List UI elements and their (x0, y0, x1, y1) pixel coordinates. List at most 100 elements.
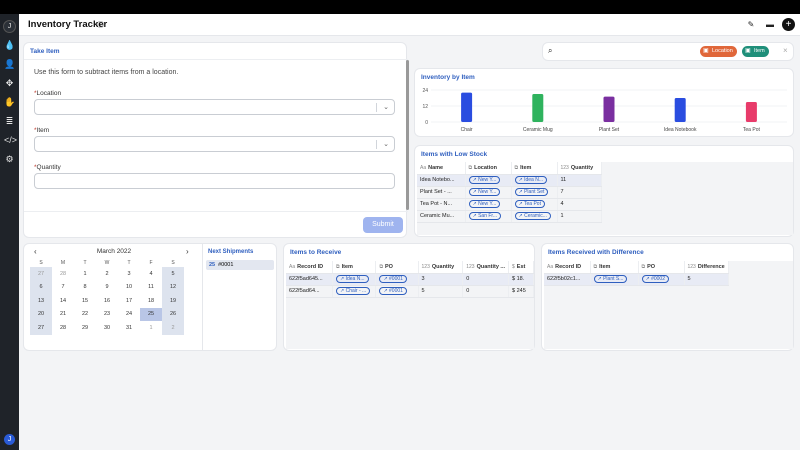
table-cell: ↗ Plant Set (511, 186, 558, 199)
gear-icon[interactable]: ⚙ (4, 154, 15, 165)
table-row[interactable]: 622f5ad645... ↗ Idea N... ↗ #0001 3 0 $ … (286, 273, 534, 286)
link-tag[interactable]: ↗ #0002 (641, 275, 669, 283)
item-select[interactable]: ⌄ (34, 136, 395, 152)
column-header[interactable]: ⧉ Item (332, 261, 377, 274)
calendar-day[interactable]: 8 (74, 281, 96, 295)
link-tag[interactable]: ↗ San Fr... (468, 212, 501, 220)
search-bar[interactable]: ⌕ ▣ Location ▣ Item × (542, 42, 794, 61)
column-header[interactable]: 123 Quantity (418, 261, 464, 274)
location-select[interactable]: ⌄ (34, 99, 395, 115)
add-button[interactable]: + (782, 18, 795, 31)
column-header[interactable]: Aa Record ID (286, 261, 334, 274)
form-scrollbar[interactable] (406, 60, 409, 210)
link-tag[interactable]: ↗ #0001 (379, 275, 407, 283)
workspace-logo[interactable]: J (3, 20, 16, 33)
calendar-day[interactable]: 14 (52, 294, 74, 308)
bar-tea-pot[interactable] (745, 102, 757, 122)
code-icon[interactable]: </> (4, 135, 17, 146)
column-header[interactable]: ⧉ Item (590, 261, 639, 274)
clear-icon[interactable]: × (783, 46, 788, 55)
calendar-day[interactable]: 24 (118, 308, 140, 322)
calendar-day[interactable]: 16 (96, 294, 118, 308)
column-header[interactable]: Aa Record ID (544, 261, 591, 274)
info-icon[interactable]: ⓘ (97, 20, 104, 30)
quantity-input[interactable] (34, 173, 395, 189)
table-row[interactable]: Plant Set - ... ↗ New Y... ↗ Plant Set 7 (417, 186, 602, 199)
column-header[interactable]: $ Est (508, 261, 534, 274)
database-icon[interactable]: ≣ (4, 116, 15, 127)
account-logo[interactable]: J (4, 434, 15, 445)
calendar-day[interactable]: 13 (30, 294, 52, 308)
link-tag[interactable]: ↗ Plant S... (593, 275, 628, 283)
calendar-day[interactable]: 1 (74, 267, 96, 281)
column-header[interactable]: ⧉ PO (375, 261, 419, 274)
column-header[interactable]: ⧉ Item (511, 162, 558, 175)
chip-location[interactable]: ▣ Location (700, 46, 737, 57)
calendar-day[interactable]: 27 (30, 321, 52, 335)
link-tag[interactable]: ↗ Ceramic... (514, 212, 551, 220)
link-tag[interactable]: ↗ #0001 (379, 287, 407, 295)
bar-idea-notebook[interactable] (674, 98, 686, 122)
calendar-day[interactable]: 23 (96, 308, 118, 322)
layout-icon[interactable]: ▬ (764, 19, 776, 31)
calendar-day[interactable]: 9 (96, 281, 118, 295)
hand-icon[interactable]: ✋ (4, 97, 15, 108)
calendar-day[interactable]: 21 (52, 308, 74, 322)
calendar-day[interactable]: 26 (162, 307, 184, 321)
column-header[interactable]: ⧉ PO (638, 261, 685, 274)
calendar-day[interactable]: 15 (74, 294, 96, 308)
bar-ceramic-mug[interactable] (532, 94, 544, 122)
table-row[interactable]: Idea Notebo... ↗ New Y... ↗ Idea N... 11 (417, 174, 602, 187)
chip-item[interactable]: ▣ Item (742, 46, 769, 57)
link-tag[interactable]: ↗ Idea N... (514, 176, 547, 184)
bar-chair[interactable] (461, 92, 473, 122)
link-tag[interactable]: ↗ Tea Pot (514, 200, 545, 208)
table-row[interactable]: Ceramic Mu... ↗ San Fr... ↗ Ceramic... 1 (417, 210, 602, 223)
calendar-day[interactable]: 28 (52, 267, 74, 281)
calendar-day[interactable]: 31 (118, 321, 140, 335)
calendar-day[interactable]: 30 (96, 321, 118, 335)
calendar-day[interactable]: 7 (52, 281, 74, 295)
submit-button[interactable]: Submit (363, 217, 403, 233)
link-tag[interactable]: ↗ Plant Set (514, 188, 549, 196)
calendar-day[interactable]: 22 (74, 308, 96, 322)
column-header[interactable]: 123 Quantity ... (462, 261, 510, 274)
calendar-day[interactable]: 2 (162, 321, 184, 335)
column-header[interactable]: ⧉ Location (465, 162, 512, 175)
bar-plant-set[interactable] (603, 96, 615, 122)
link-tag[interactable]: ↗ Idea N... (336, 275, 369, 283)
calendar-day[interactable]: 28 (52, 321, 74, 335)
table-row[interactable]: 622f5ad64... ↗ Chair - ... ↗ #0001 5 0 $… (286, 285, 534, 298)
table-row[interactable]: 622f5b02c1... ↗ Plant S... ↗ #0002 5 (544, 273, 729, 286)
table-row[interactable]: Tea Pot - N... ↗ New Y... ↗ Tea Pot 4 (417, 198, 602, 211)
calendar-day[interactable]: 4 (140, 267, 162, 281)
drop-icon[interactable]: 💧 (4, 40, 15, 51)
calendar-day[interactable]: 1 (140, 321, 162, 335)
calendar-day[interactable]: 29 (74, 321, 96, 335)
link-tag[interactable]: ↗ Chair - ... (336, 287, 371, 295)
column-header[interactable]: 123 Quantity (557, 162, 602, 175)
column-header[interactable]: 123 Difference (684, 261, 729, 274)
move-icon[interactable]: ✥ (4, 78, 15, 89)
user-add-icon[interactable]: 👤 (4, 59, 15, 70)
calendar-day[interactable]: 20 (30, 307, 52, 321)
calendar-day[interactable]: 10 (118, 281, 140, 295)
shipment-item[interactable]: 25 #0001 (206, 260, 274, 270)
calendar-day[interactable]: 2 (96, 267, 118, 281)
calendar-day[interactable]: 11 (140, 281, 162, 295)
calendar-day[interactable]: 27 (30, 267, 52, 281)
link-tag[interactable]: ↗ New Y... (468, 188, 501, 196)
calendar-day[interactable]: 18 (140, 294, 162, 308)
calendar-day[interactable]: 19 (162, 294, 184, 308)
next-month-button[interactable]: › (186, 247, 189, 256)
calendar-day-selected[interactable]: 25 (140, 307, 162, 321)
link-tag[interactable]: ↗ New Y... (468, 176, 501, 184)
link-tag[interactable]: ↗ New Y... (468, 200, 501, 208)
edit-icon[interactable]: ✎ (745, 19, 757, 31)
calendar-day[interactable]: 6 (30, 280, 52, 294)
calendar-day[interactable]: 3 (118, 267, 140, 281)
calendar-day[interactable]: 12 (162, 280, 184, 294)
calendar-day[interactable]: 5 (162, 267, 184, 281)
calendar-day[interactable]: 17 (118, 294, 140, 308)
column-header[interactable]: Aa Name (417, 162, 466, 175)
